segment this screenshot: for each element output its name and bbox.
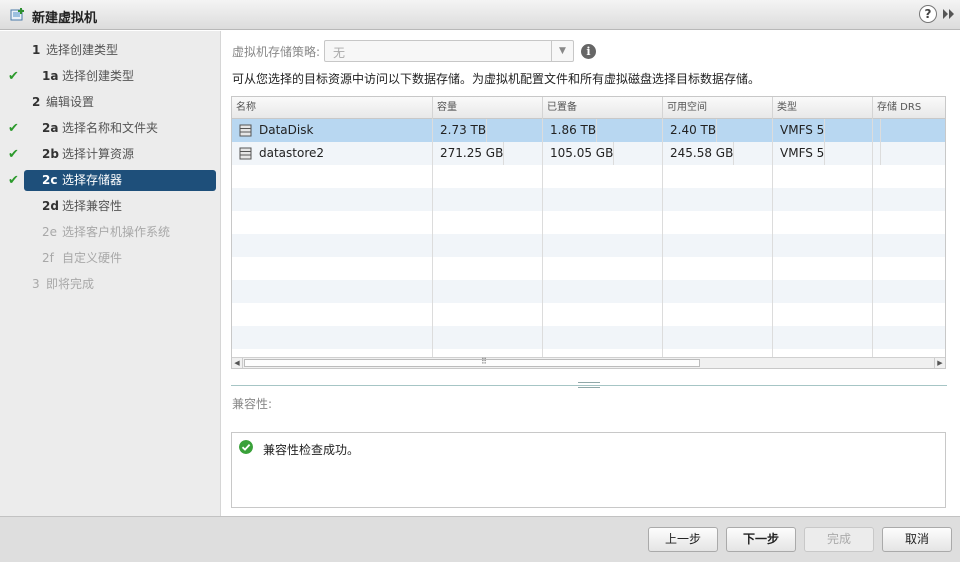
wizard-step-2f: 2f 自定义硬件: [0, 248, 221, 269]
cancel-button[interactable]: 取消: [882, 527, 952, 552]
step-number: 1a: [42, 69, 59, 83]
cell-free: 2.40 TB: [663, 119, 718, 142]
step-label: 选择存储器: [62, 173, 123, 187]
wizard-step-2c[interactable]: ✔ 2c 选择存储器: [0, 170, 221, 191]
cell-name: datastore2: [232, 142, 433, 165]
step-number: 1: [32, 43, 41, 57]
horizontal-scrollbar[interactable]: ◀ ⠿ ▶: [232, 357, 945, 368]
step-label: 编辑设置: [46, 95, 95, 109]
cell-drs: [873, 142, 881, 165]
column-header-drs[interactable]: 存储 DRS: [873, 97, 945, 119]
step-label: 选择兼容性: [62, 199, 123, 213]
scroll-left-icon[interactable]: ◀: [232, 358, 243, 368]
table-row[interactable]: datastore2 271.25 GB 105.05 GB 245.58 GB VMF…: [232, 142, 945, 165]
wizard-step-2a[interactable]: ✔ 2a 选择名称和文件夹: [0, 118, 221, 139]
new-vm-icon: [10, 8, 24, 21]
step-number: 2f: [42, 251, 54, 265]
table-row[interactable]: DataDisk 2.73 TB 1.86 TB 2.40 TB VMFS 5: [232, 119, 945, 142]
empty-row: [232, 280, 945, 303]
wizard-step-3: 3 即将完成: [0, 274, 221, 295]
back-button[interactable]: 上一步: [648, 527, 718, 552]
step-number: 2: [32, 95, 41, 109]
storage-policy-label: 虚拟机存储策略:: [232, 45, 321, 59]
step-number: 3: [32, 277, 40, 291]
checkmark-icon: ✔: [8, 147, 19, 162]
splitter-grip-icon[interactable]: [578, 382, 600, 388]
datastore-description: 可从您选择的目标资源中访问以下数据存储。为虚拟机配置文件和所有虚拟磁盘选择目标数…: [232, 72, 761, 86]
next-button[interactable]: 下一步: [726, 527, 796, 552]
wizard-step-1a[interactable]: ✔ 1a 选择创建类型: [0, 66, 221, 87]
column-header-provisioned[interactable]: 已置备: [543, 97, 663, 119]
empty-row: [232, 165, 945, 188]
cell-provisioned: 105.05 GB: [543, 142, 615, 165]
compatibility-message: 兼容性检查成功。: [263, 443, 360, 457]
step-label: 即将完成: [46, 277, 95, 291]
compatibility-label: 兼容性:: [232, 397, 273, 411]
datastore-table: 名称 容量 已置备 可用空间 类型 存储 DRS DataDisk 2.73 TB…: [231, 96, 946, 369]
compatibility-panel: 兼容性检查成功。: [231, 432, 946, 508]
empty-row: [232, 234, 945, 257]
step-number: 2e: [42, 225, 58, 239]
cell-drs: [873, 119, 881, 142]
wizard-step-2b[interactable]: ✔ 2b 选择计算资源: [0, 144, 221, 165]
empty-row: [232, 326, 945, 349]
step-number: 2b: [42, 147, 59, 161]
column-header-capacity[interactable]: 容量: [433, 97, 543, 119]
datastore-icon: [239, 124, 252, 137]
title-bar: 新建虚拟机: [0, 0, 960, 30]
checkmark-icon: ✔: [8, 69, 19, 84]
cell-provisioned: 1.86 TB: [543, 119, 598, 142]
help-icon[interactable]: ?: [919, 5, 937, 23]
empty-row: [232, 257, 945, 280]
column-header-name[interactable]: 名称: [232, 97, 433, 119]
wizard-step-1[interactable]: 1 选择创建类型: [0, 40, 221, 61]
column-header-free[interactable]: 可用空间: [663, 97, 773, 119]
wizard-step-2d[interactable]: 2d 选择兼容性: [0, 196, 221, 217]
scroll-right-icon[interactable]: ▶: [934, 358, 945, 368]
cell-type: VMFS 5: [773, 142, 826, 165]
wizard-step-2[interactable]: 2 编辑设置: [0, 92, 221, 113]
step-label: 选择创建类型: [46, 43, 119, 57]
step-label: 选择创建类型: [62, 69, 135, 83]
cell-type: VMFS 5: [773, 119, 826, 142]
grip-icon: ⠿: [481, 357, 487, 366]
cell-capacity: 2.73 TB: [433, 119, 488, 142]
step-number: 2d: [42, 199, 59, 213]
cell-name: DataDisk: [232, 119, 433, 142]
step-number: 2a: [42, 121, 59, 135]
cell-capacity: 271.25 GB: [433, 142, 505, 165]
success-check-icon: [239, 440, 253, 454]
window-title: 新建虚拟机: [32, 11, 98, 26]
info-icon[interactable]: i: [581, 44, 596, 59]
chevron-down-icon: ▼: [551, 41, 573, 61]
step-label: 自定义硬件: [62, 251, 123, 265]
step-number: 2c: [42, 173, 58, 187]
checkmark-icon: ✔: [8, 121, 19, 136]
checkmark-icon: ✔: [8, 173, 19, 188]
empty-row: [232, 211, 945, 234]
step-label: 选择计算资源: [62, 147, 135, 161]
step-label: 选择名称和文件夹: [62, 121, 159, 135]
empty-row: [232, 303, 945, 326]
datastore-icon: [239, 147, 252, 160]
column-header-type[interactable]: 类型: [773, 97, 873, 119]
storage-policy-value: 无: [333, 46, 346, 60]
empty-row: [232, 188, 945, 211]
table-header: 名称 容量 已置备 可用空间 类型 存储 DRS: [232, 97, 945, 119]
wizard-step-2e: 2e 选择客户机操作系统: [0, 222, 221, 243]
scrollbar-thumb[interactable]: ⠿: [244, 357, 700, 367]
storage-policy-select[interactable]: 无 ▼: [324, 40, 574, 62]
step-label: 选择客户机操作系统: [62, 225, 171, 239]
finish-button[interactable]: 完成: [804, 527, 874, 552]
cell-free: 245.58 GB: [663, 142, 735, 165]
expand-icon[interactable]: [942, 6, 956, 22]
